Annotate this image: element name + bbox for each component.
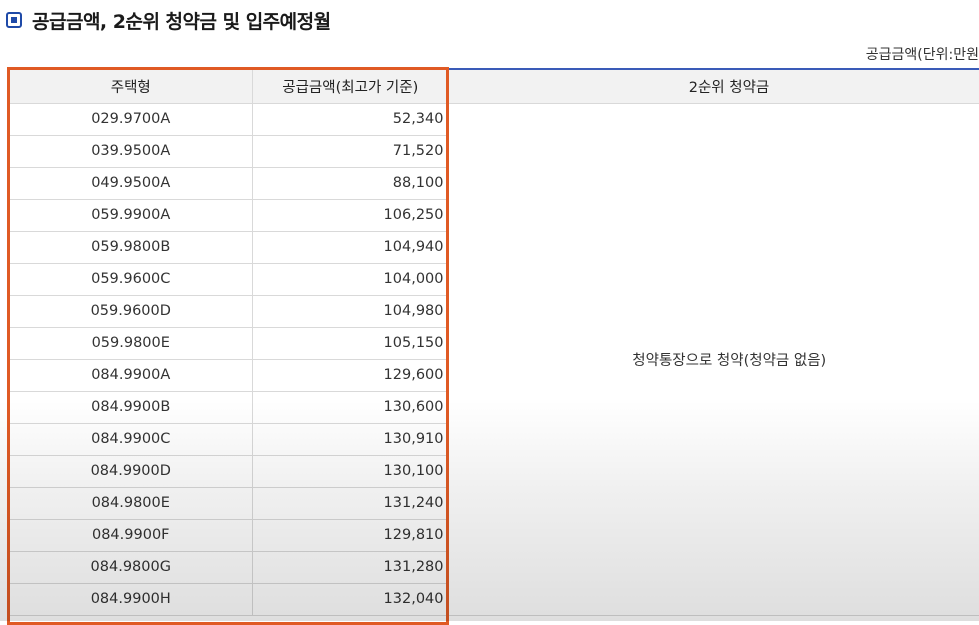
table-row: 029.9700A 52,340 청약통장으로 청약(청약금 없음) [10,103,979,616]
cell-supply-price: 130,100 [252,455,448,488]
cell-housing-type: 084.9900F [10,519,253,552]
cell-supply-price: 129,600 [252,359,448,392]
header-housing-type: 주택형 [10,68,253,104]
cell-supply-price: 104,000 [252,263,448,296]
cell-housing-type: 059.9900A [10,199,253,232]
cell-supply-price: 131,240 [252,487,448,520]
cell-supply-price: 71,520 [252,135,448,168]
cell-housing-type: 059.9600C [10,263,253,296]
cell-supply-price: 132,040 [252,583,448,616]
cell-housing-type: 084.9800G [10,551,253,584]
cell-housing-type: 084.9900C [10,423,253,456]
header-second-rank-deposit: 2순위 청약금 [448,68,979,104]
cell-supply-price: 104,980 [252,295,448,328]
cell-housing-type: 084.9900A [10,359,253,392]
cell-second-rank-deposit-note: 청약통장으로 청약(청약금 없음) [447,103,979,616]
cell-housing-type: 059.9800E [10,327,253,360]
square-bullet-icon [6,12,22,28]
section-title: 공급금액, 2순위 청약금 및 입주예정월 [32,10,331,33]
cell-housing-type: 059.9600D [10,295,253,328]
cell-supply-price: 106,250 [252,199,448,232]
section-header: 공급금액, 2순위 청약금 및 입주예정월 [6,6,331,34]
cell-housing-type: 084.9900B [10,391,253,424]
table-body: 029.9700A 52,340 청약통장으로 청약(청약금 없음) 039.9… [10,103,979,616]
cell-housing-type: 084.9800E [10,487,253,520]
header-supply-price: 공급금액(최고가 기준) [252,68,448,104]
cell-supply-price: 130,600 [252,391,448,424]
cell-supply-price: 131,280 [252,551,448,584]
unit-note: 공급금액(단위:만원 [865,47,979,63]
cell-housing-type: 084.9900H [10,583,253,616]
supply-table-container: 주택형 공급금액(최고가 기준) 2순위 청약금 029.9700A 52,34… [10,68,979,621]
supply-price-table: 주택형 공급금액(최고가 기준) 2순위 청약금 029.9700A 52,34… [10,68,979,616]
cell-housing-type: 029.9700A [10,103,253,136]
table-header-row: 주택형 공급금액(최고가 기준) 2순위 청약금 [10,68,979,104]
cell-housing-type: 049.9500A [10,167,253,200]
cell-housing-type: 039.9500A [10,135,253,168]
cell-housing-type: 059.9800B [10,231,253,264]
cell-supply-price: 129,810 [252,519,448,552]
cell-housing-type: 084.9900D [10,455,253,488]
cell-supply-price: 88,100 [252,167,448,200]
cell-supply-price: 52,340 [252,103,448,136]
cell-supply-price: 104,940 [252,231,448,264]
cell-supply-price: 105,150 [252,327,448,360]
cell-supply-price: 130,910 [252,423,448,456]
